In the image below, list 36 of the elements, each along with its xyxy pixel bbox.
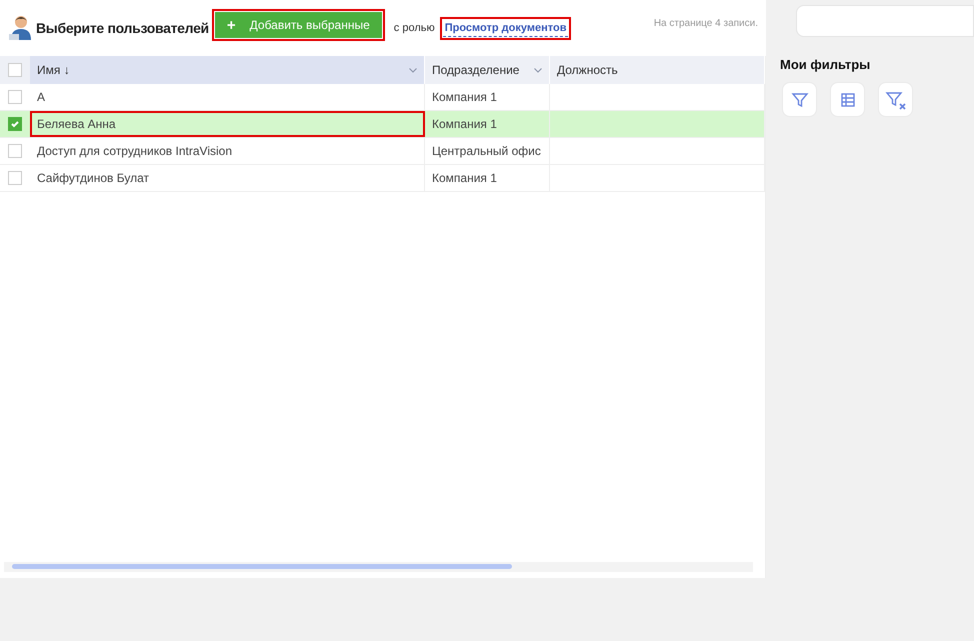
table-cell: Беляева Анна (30, 111, 425, 137)
table-row[interactable]: Сайфутдинов Булат Компания 1 (0, 165, 765, 192)
page-info: На странице 4 записи. (654, 18, 758, 28)
chevron-down-icon[interactable] (409, 68, 417, 72)
check-icon (10, 119, 20, 129)
table-cell: Компания 1 (425, 111, 550, 137)
table-row[interactable]: Доступ для сотрудников IntraVision Центральный офис (0, 138, 765, 165)
table-cell: Компания 1 (425, 84, 550, 110)
user-icon (8, 15, 32, 41)
column-header[interactable]: Подразделение (425, 56, 550, 84)
table-row[interactable]: Беляева Анна Компания 1 (0, 111, 765, 138)
row-checkbox[interactable] (8, 144, 22, 158)
table-cell: Доступ для сотрудников IntraVision (30, 138, 425, 164)
table-icon (840, 92, 854, 106)
table-cell: Компания 1 (425, 165, 550, 191)
row-checkbox[interactable] (8, 117, 22, 131)
filter-icon (790, 90, 808, 108)
table-cell: Сайфутдинов Булат (30, 165, 425, 191)
horizontal-scrollbar[interactable] (4, 562, 753, 572)
table-button[interactable] (830, 82, 865, 117)
table-cell: А (30, 84, 425, 110)
table-cell: Центральный офис (425, 138, 550, 164)
filters-title: Мои фильтры (780, 57, 872, 72)
chevron-down-icon[interactable] (534, 68, 542, 72)
column-header[interactable]: Должность (550, 56, 765, 84)
filter-button[interactable] (782, 82, 817, 117)
role-link[interactable]: Просмотр документов (442, 20, 568, 36)
role-label: с ролью (394, 22, 435, 34)
row-checkbox[interactable] (8, 171, 22, 185)
clear-filter-button[interactable] (878, 82, 913, 117)
column-header[interactable]: Имя ↓ (30, 56, 425, 84)
clear-filter-icon (884, 90, 906, 110)
page-title: Выберите пользователей (36, 20, 209, 36)
search-field[interactable] (796, 5, 974, 37)
select-all-checkbox[interactable] (8, 63, 22, 77)
row-checkbox[interactable] (8, 90, 22, 104)
